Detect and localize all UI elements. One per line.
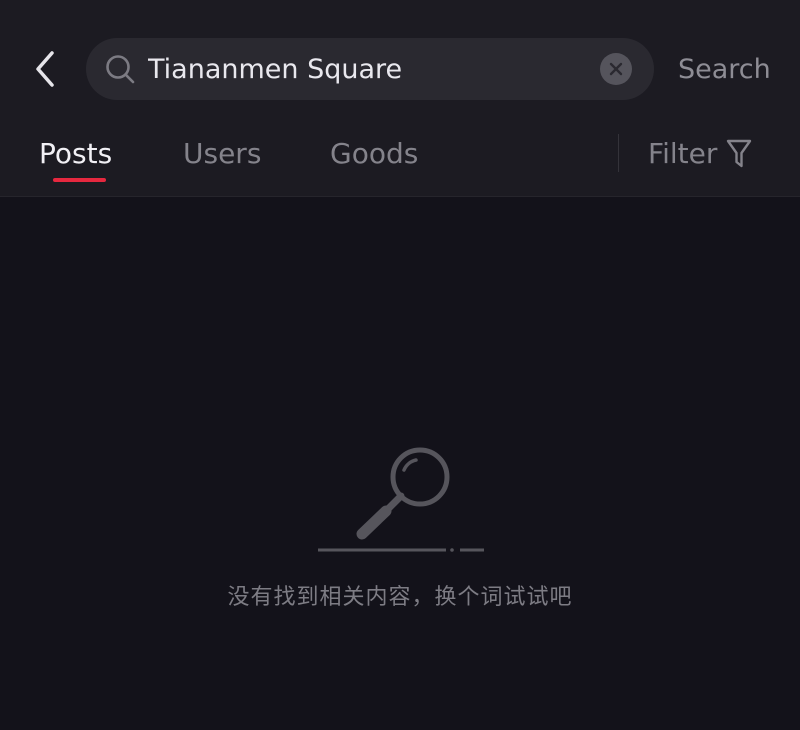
- back-button[interactable]: [22, 46, 68, 92]
- filter-divider: [618, 134, 619, 172]
- filter-label: Filter: [648, 137, 718, 170]
- search-results-screen: Search Posts Users Goods Filter 没有找到相关内容…: [0, 0, 800, 730]
- search-icon: [106, 55, 135, 84]
- search-button[interactable]: Search: [678, 52, 771, 88]
- empty-state-message: 没有找到相关内容，换个词试试吧: [227, 585, 573, 610]
- chevron-left-icon: [36, 51, 54, 87]
- tab-goods[interactable]: Goods: [330, 136, 418, 172]
- filter-button[interactable]: Filter: [648, 134, 753, 174]
- search-bar[interactable]: [86, 38, 654, 100]
- close-icon: [609, 62, 623, 76]
- magnifier-icon: [318, 447, 484, 552]
- search-input[interactable]: [148, 38, 578, 100]
- funnel-icon: [727, 139, 752, 168]
- active-tab-indicator: [53, 178, 106, 182]
- search-header: Search Posts Users Goods Filter: [0, 0, 800, 197]
- tab-posts[interactable]: Posts: [39, 136, 112, 172]
- tab-users[interactable]: Users: [183, 136, 261, 172]
- clear-search-button[interactable]: [600, 53, 632, 85]
